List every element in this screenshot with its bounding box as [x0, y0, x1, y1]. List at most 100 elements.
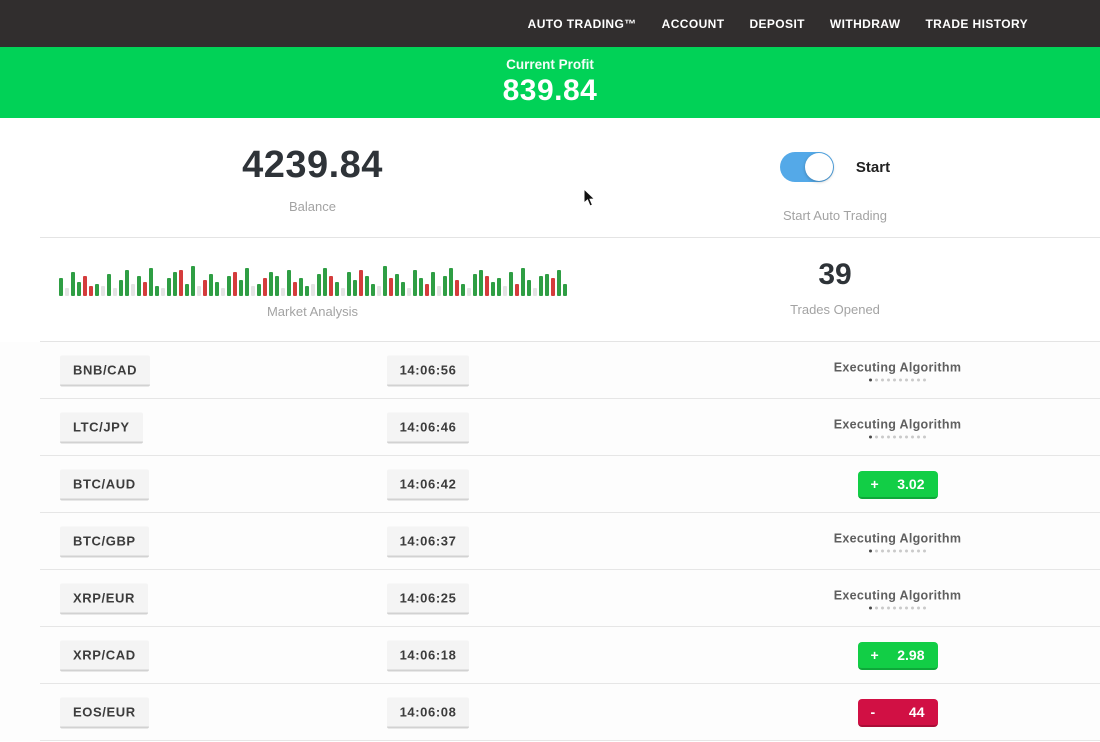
- market-bar: [203, 280, 207, 296]
- auto-trading-block: Start Start Auto Trading: [625, 144, 1045, 237]
- market-bar: [347, 272, 351, 296]
- trade-time-cell: 14:06:56: [378, 355, 478, 386]
- market-bar: [365, 276, 369, 296]
- market-bar: [269, 272, 273, 296]
- market-bar: [167, 278, 171, 296]
- progress-dots: [775, 606, 1020, 609]
- market-bar: [149, 268, 153, 296]
- top-navbar: AUTO TRADING™ ACCOUNT DEPOSIT WITHDRAW TRADE…: [0, 0, 1100, 47]
- toggle-knob-icon: [805, 153, 833, 181]
- nav-item[interactable]: WITHDRAW: [830, 17, 901, 31]
- market-bar: [71, 272, 75, 296]
- market-bar: [197, 286, 201, 296]
- market-bar: [515, 284, 519, 296]
- market-bar: [227, 276, 231, 296]
- market-bar: [485, 276, 489, 296]
- market-bar: [443, 276, 447, 296]
- market-bar: [479, 270, 483, 296]
- nav-item[interactable]: AUTO TRADING™: [528, 17, 637, 31]
- trade-status-cell: Executing Algorithm: [775, 417, 1020, 438]
- market-bar: [557, 270, 561, 296]
- profit-badge: +3.02: [858, 471, 938, 499]
- loss-badge: -44: [858, 699, 938, 727]
- nav-item[interactable]: ACCOUNT: [662, 17, 725, 31]
- balance-label: Balance: [289, 199, 336, 214]
- market-bar: [215, 282, 219, 296]
- trade-status-cell: Executing Algorithm: [775, 588, 1020, 609]
- nav-item[interactable]: DEPOSIT: [749, 17, 804, 31]
- trade-pair-cell: XRP/EUR: [60, 583, 148, 614]
- market-bar: [251, 286, 255, 296]
- market-bar: [59, 278, 63, 296]
- market-bar: [245, 268, 249, 296]
- trade-row: XRP/EUR 14:06:25 Executing Algorithm: [0, 570, 1100, 627]
- market-bar: [191, 266, 195, 296]
- trade-time-badge: 14:06:46: [387, 412, 470, 443]
- market-bar: [335, 282, 339, 296]
- market-bar: [383, 266, 387, 296]
- market-bar: [233, 272, 237, 296]
- market-bar: [521, 268, 525, 296]
- trade-time-cell: 14:06:42: [378, 469, 478, 500]
- trade-status-cell: +3.02: [775, 471, 1020, 499]
- market-bar: [155, 286, 159, 296]
- trade-row: EOS/EUR 14:06:08 -44: [0, 684, 1100, 741]
- market-analysis-chart: [59, 256, 567, 296]
- market-analysis-label: Market Analysis: [267, 304, 358, 319]
- auto-trading-toggle[interactable]: [780, 152, 834, 182]
- trade-row: XRP/CAD 14:06:18 +2.98: [0, 627, 1100, 684]
- trade-status-cell: Executing Algorithm: [775, 531, 1020, 552]
- trade-row: BNB/CAD 14:06:56 Executing Algorithm: [0, 342, 1100, 399]
- market-bar: [551, 278, 555, 296]
- current-profit-value: 839.84: [503, 74, 598, 108]
- market-bar: [341, 288, 345, 296]
- market-bar: [533, 288, 537, 296]
- trades-opened-block: 39 Trades Opened: [625, 254, 1045, 341]
- trade-row: BTC/AUD 14:06:42 +3.02: [0, 456, 1100, 513]
- market-bar: [323, 268, 327, 296]
- toggle-start-label: Start: [856, 159, 890, 176]
- market-bar: [431, 272, 435, 296]
- market-bar: [389, 278, 393, 296]
- market-bar: [353, 280, 357, 296]
- trade-time-badge: 14:06:42: [387, 469, 470, 500]
- start-auto-trading-label: Start Auto Trading: [783, 208, 887, 223]
- trade-time-cell: 14:06:25: [378, 583, 478, 614]
- trades-opened-value: 39: [818, 258, 851, 292]
- market-bar: [359, 270, 363, 296]
- market-bar: [437, 286, 441, 296]
- market-bar: [137, 276, 141, 296]
- market-bar: [497, 278, 501, 296]
- trade-pair-badge: BTC/GBP: [60, 526, 149, 557]
- trade-time-badge: 14:06:37: [387, 526, 470, 557]
- progress-dots: [775, 549, 1020, 552]
- current-profit-banner: Current Profit 839.84: [0, 47, 1100, 118]
- market-bar: [491, 282, 495, 296]
- trade-status-cell: -44: [775, 699, 1020, 727]
- market-bar: [209, 274, 213, 296]
- trade-status-cell: Executing Algorithm: [775, 360, 1020, 381]
- trade-pair-cell: BNB/CAD: [60, 355, 150, 386]
- balance-value: 4239.84: [242, 144, 383, 187]
- market-bar: [419, 278, 423, 296]
- market-bar: [545, 274, 549, 296]
- market-bar: [173, 272, 177, 296]
- market-bar: [161, 288, 165, 296]
- market-bar: [185, 284, 189, 296]
- nav-item[interactable]: TRADE HISTORY: [925, 17, 1028, 31]
- market-bar: [125, 270, 129, 296]
- market-bar: [425, 284, 429, 296]
- market-bar: [473, 274, 477, 296]
- trade-time-cell: 14:06:46: [378, 412, 478, 443]
- market-bar: [449, 268, 453, 296]
- market-bar: [509, 272, 513, 296]
- executing-algorithm-label: Executing Algorithm: [775, 417, 1020, 431]
- market-bar: [281, 288, 285, 296]
- market-bar: [455, 280, 459, 296]
- market-bar: [113, 288, 117, 296]
- trade-time-badge: 14:06:25: [387, 583, 470, 614]
- executing-algorithm-label: Executing Algorithm: [775, 531, 1020, 545]
- market-bar: [407, 288, 411, 296]
- stats-row-balance: 4239.84 Balance Start Start Auto Trading: [0, 118, 1100, 237]
- market-bar: [95, 284, 99, 296]
